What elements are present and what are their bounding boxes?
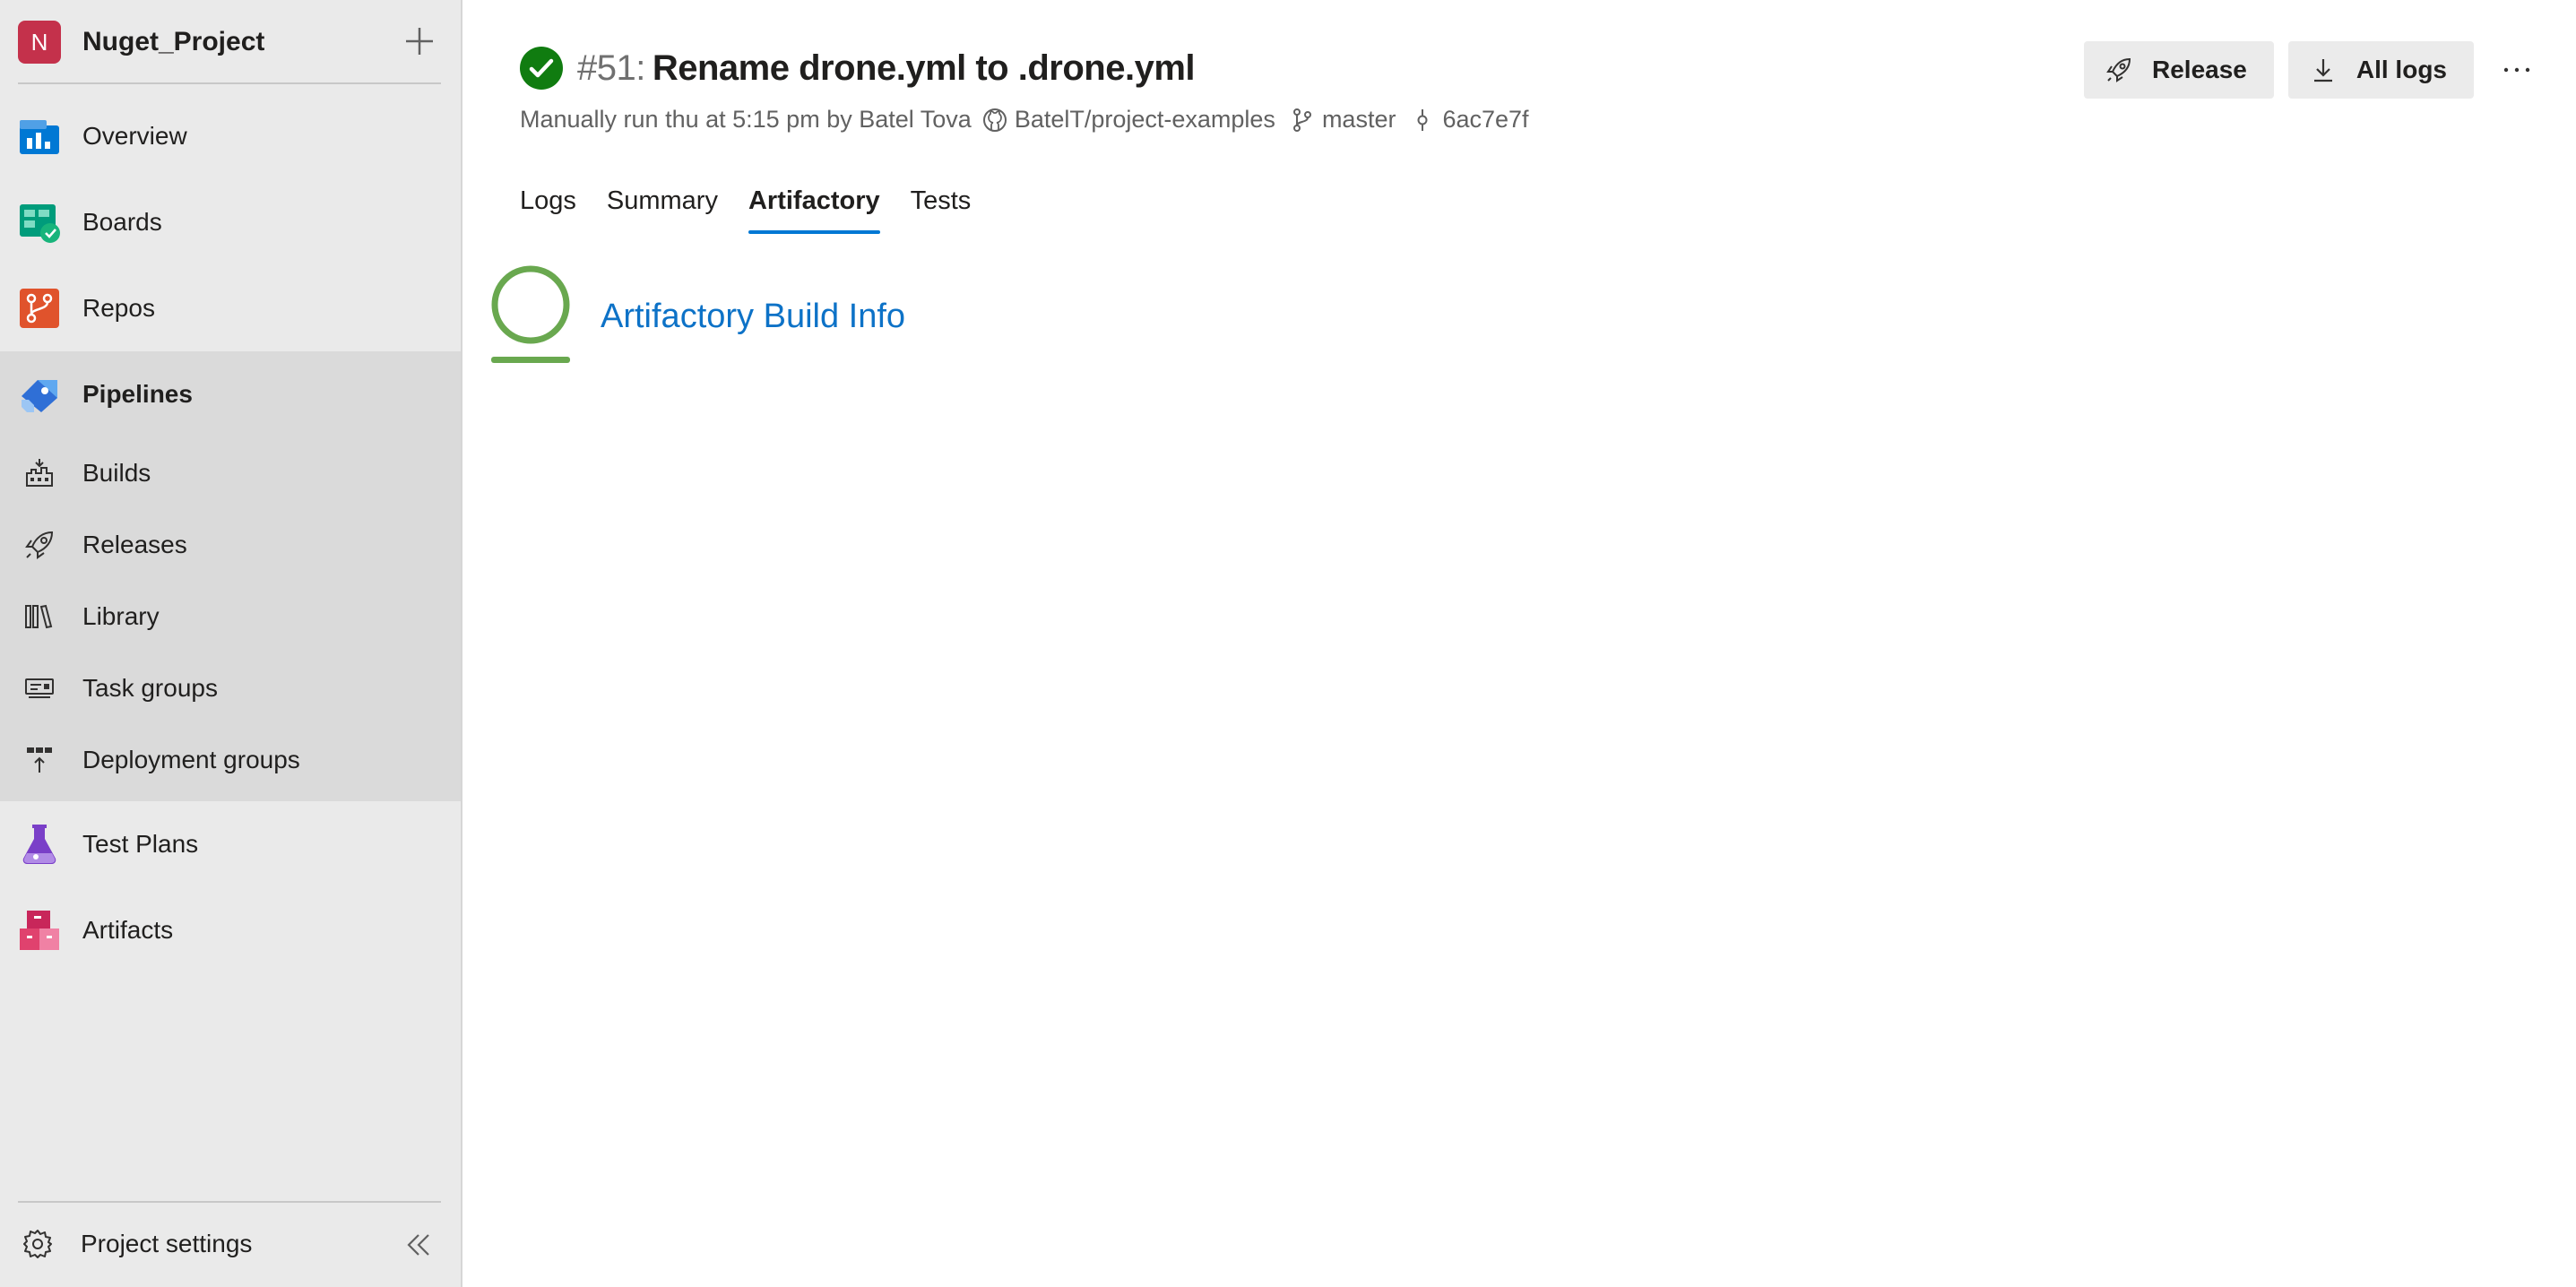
new-item-button[interactable] — [402, 23, 437, 59]
release-button-label: Release — [2152, 56, 2247, 83]
all-logs-button[interactable]: All logs — [2287, 41, 2474, 99]
sidebar-item-label: Pipelines — [82, 380, 193, 408]
overview-icon — [20, 120, 59, 154]
run-metadata: Manually run thu at 5:15 pm by Batel Tov… — [520, 106, 1529, 134]
tab-artifactory[interactable]: Artifactory — [748, 176, 880, 234]
sidebar-item-overview[interactable]: Overview — [0, 93, 461, 179]
sidebar-item-label: Test Plans — [82, 830, 199, 858]
sidebar-subitem-deployment-groups[interactable]: Deployment groups — [0, 724, 461, 796]
all-logs-button-label: All logs — [2356, 56, 2447, 83]
project-name[interactable]: Nuget_Project — [82, 27, 264, 57]
more-actions-button[interactable] — [2499, 52, 2535, 88]
pipelines-subnav: Builds Releases Library Task groups Depl… — [0, 437, 461, 801]
sidebar-item-label: Artifacts — [82, 916, 174, 944]
tab-summary[interactable]: Summary — [607, 176, 718, 234]
artifactory-logo-icon — [491, 265, 570, 363]
branch-icon — [1292, 108, 1311, 132]
sidebar-item-label: Repos — [82, 294, 155, 322]
tab-logs[interactable]: Logs — [520, 176, 576, 234]
sidebar-subitem-task-groups[interactable]: Task groups — [0, 652, 461, 724]
sidebar-item-label: Overview — [82, 122, 187, 150]
sidebar-item-artifacts[interactable]: Artifacts — [0, 887, 461, 973]
sidebar-subitem-label: Builds — [82, 459, 151, 487]
sidebar-subitem-label: Deployment groups — [82, 746, 300, 773]
success-check-icon — [520, 47, 563, 90]
artifacts-icon — [20, 911, 59, 950]
run-trigger: Manually run thu at 5:15 pm by Batel Tov… — [520, 106, 972, 133]
more-horizontal-icon — [2503, 67, 2530, 73]
double-chevron-left-icon — [407, 1234, 429, 1256]
sidebar-subitem-builds[interactable]: Builds — [0, 437, 461, 509]
sidebar-item-label: Boards — [82, 208, 162, 236]
boards-icon — [20, 204, 60, 243]
plus-icon — [406, 28, 433, 55]
artifactory-build-info-link[interactable]: Artifactory Build Info — [601, 298, 905, 336]
release-button[interactable]: Release — [2084, 41, 2274, 99]
gear-icon — [23, 1230, 52, 1258]
library-icon — [25, 604, 53, 629]
sidebar-nav-bottom: Test Plans Artifacts — [0, 801, 461, 973]
sidebar-subitem-releases[interactable]: Releases — [0, 509, 461, 581]
artifactory-build-info-row: Artifactory Build Info — [489, 263, 905, 369]
commit-icon — [1417, 108, 1428, 131]
repo-link[interactable]: BatelT/project-examples — [1015, 106, 1275, 134]
main-content: #51: Rename drone.yml to .drone.yml Manu… — [462, 0, 2576, 1287]
sidebar-subitem-label: Task groups — [82, 674, 218, 702]
run-actions: Release All logs — [2070, 41, 2535, 99]
deployment-groups-icon — [27, 747, 52, 773]
sidebar-nav: Overview Boards Repos Pipelines — [0, 84, 461, 437]
tab-tests[interactable]: Tests — [911, 176, 972, 234]
run-tabs: Logs Summary Artifactory Tests — [520, 176, 1001, 234]
project-avatar: N — [18, 21, 61, 64]
project-settings-label: Project settings — [81, 1230, 253, 1257]
sidebar-subitem-library[interactable]: Library — [0, 581, 461, 652]
sidebar: N Nuget_Project Overview Boards Repos Pi… — [0, 0, 462, 1287]
project-header[interactable]: N Nuget_Project — [0, 0, 461, 84]
task-groups-icon — [25, 678, 54, 698]
app-window: N Nuget_Project Overview Boards Repos Pi… — [0, 0, 2576, 1287]
branch-name[interactable]: master — [1322, 106, 1396, 134]
test-plans-icon — [22, 825, 56, 864]
collapse-sidebar-button[interactable] — [403, 1230, 434, 1260]
commit-hash[interactable]: 6ac7e7f — [1442, 106, 1528, 134]
run-title: Rename drone.yml to .drone.yml — [652, 48, 1196, 88]
rocket-icon — [2106, 57, 2131, 82]
sidebar-item-repos[interactable]: Repos — [0, 265, 461, 351]
project-settings[interactable]: Project settings — [0, 1201, 461, 1287]
sidebar-item-test-plans[interactable]: Test Plans — [0, 801, 461, 887]
download-icon — [2313, 59, 2332, 82]
pipelines-icon — [22, 380, 57, 412]
github-icon — [982, 108, 1007, 132]
builds-icon — [26, 459, 53, 487]
run-number: #51: — [577, 48, 645, 88]
sidebar-subitem-label: Releases — [82, 531, 187, 558]
sidebar-item-boards[interactable]: Boards — [0, 179, 461, 265]
sidebar-subitem-label: Library — [82, 602, 160, 630]
sidebar-item-pipelines[interactable]: Pipelines — [0, 351, 461, 437]
run-title-row: #51: Rename drone.yml to .drone.yml — [520, 47, 1196, 90]
repos-icon — [20, 289, 59, 328]
releases-icon — [25, 531, 54, 559]
